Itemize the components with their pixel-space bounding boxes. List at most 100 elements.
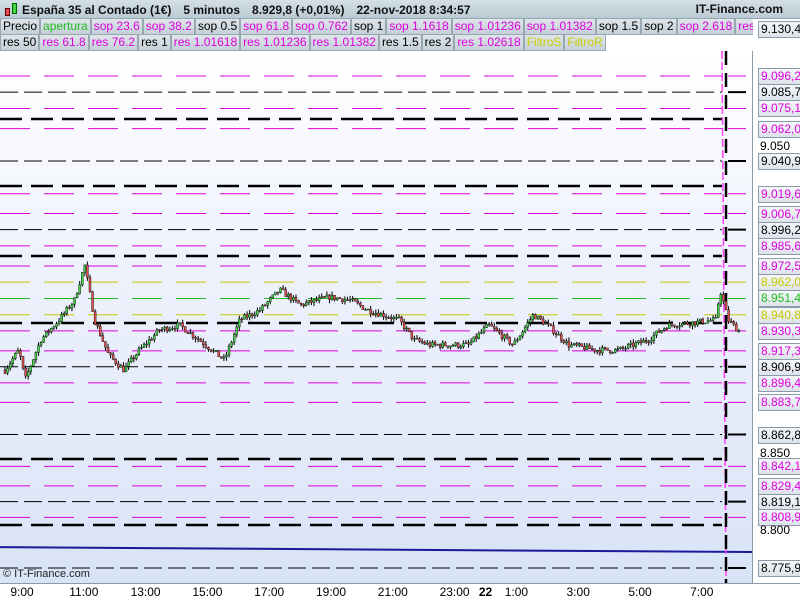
candle-up — [63, 312, 66, 315]
indicator-button-res-2[interactable]: res 2 — [421, 34, 455, 51]
candle-up — [243, 314, 246, 320]
indicator-button-sop-1-5[interactable]: sop 1.5 — [595, 18, 642, 35]
title-bar: España 35 al Contado (1€) 5 minutos 8.92… — [0, 0, 800, 19]
indicator-button-sop-2[interactable]: sop 2 — [641, 18, 677, 35]
candle-up — [253, 314, 256, 317]
indicator-button-sop-23-6[interactable]: sop 23.6 — [90, 18, 143, 35]
candle-up — [178, 322, 182, 324]
candle-up — [521, 331, 524, 337]
candle-down — [415, 337, 419, 340]
candle-down — [199, 339, 202, 342]
candle-up — [42, 336, 45, 343]
price-label: 8.775,9 — [758, 560, 800, 578]
candle-down — [575, 343, 578, 346]
candle-down — [436, 344, 439, 346]
time-label: 7:00 — [690, 585, 714, 599]
trend-line — [0, 546, 752, 554]
candle-down — [621, 346, 625, 349]
last-price: 8.929,8 (+0,01%) — [252, 2, 345, 17]
candle-down — [196, 338, 200, 340]
candle-down — [508, 337, 511, 345]
candle-up — [70, 304, 74, 309]
indicator-button-res-1-01618[interactable]: res 1.01618 — [170, 34, 241, 51]
price-chart[interactable] — [0, 51, 753, 583]
chart-canvas — [0, 51, 752, 583]
indicator-button-filtror[interactable]: FiltroR — [564, 34, 606, 51]
indicator-button-res-50[interactable]: res 50 — [0, 34, 40, 51]
indicator-button-sop-0-5[interactable]: sop 0.5 — [194, 18, 241, 35]
candle-down — [207, 347, 210, 350]
price-label: 8.972,5 — [758, 258, 800, 276]
candle-up — [737, 330, 741, 332]
candle-up — [441, 342, 444, 348]
candle-up — [696, 320, 699, 326]
candle-up — [374, 312, 378, 315]
candle-down — [580, 343, 584, 347]
price-label: 8.883,7 — [758, 394, 800, 412]
candle-up — [189, 332, 192, 334]
candle-up — [75, 293, 79, 298]
candle-down — [297, 300, 300, 304]
candle-up — [485, 324, 488, 328]
indicator-button-sop-1[interactable]: sop 1 — [350, 18, 387, 35]
indicator-button-res-1-01236[interactable]: res 1.01236 — [240, 34, 310, 51]
candle-down — [420, 341, 424, 343]
candle-down — [639, 340, 643, 343]
time-axis: 9:00 11:00 13:00 15:00 17:00 19:00 21:00 23:00 2… — [0, 583, 800, 600]
indicator-button-sop-61-8[interactable]: sop 61.8 — [240, 18, 293, 35]
price-label: 9.006,7 — [758, 205, 800, 223]
candle-up — [531, 314, 535, 320]
indicator-button-sop-2-618[interactable]: sop 2.618 — [676, 18, 736, 35]
candle-up — [34, 352, 38, 360]
indicator-button-sop-0-762[interactable]: sop 0.762 — [292, 18, 351, 35]
candle-down — [341, 298, 344, 302]
price-label-top: 9.130,4 — [758, 21, 800, 38]
price-label: 9.096,2 — [758, 68, 800, 86]
candle-down — [294, 297, 298, 301]
candle-up — [426, 342, 429, 345]
candle-down — [498, 330, 501, 334]
candle-up — [570, 344, 573, 348]
indicator-button-res-76-2[interactable]: res 76.2 — [88, 34, 139, 51]
candle-up — [565, 340, 568, 343]
price-label: 8.985,6 — [758, 237, 800, 255]
candle-up — [464, 342, 468, 344]
indicator-button-sop-1-1618[interactable]: sop 1.1618 — [386, 18, 452, 35]
candle-up — [392, 316, 396, 320]
candle-down — [240, 318, 244, 321]
indicator-button-precio[interactable]: Precio — [0, 18, 41, 35]
candle-down — [446, 345, 450, 348]
indicator-button-sop-38-2[interactable]: sop 38.2 — [142, 18, 195, 35]
candle-down — [173, 328, 177, 330]
indicator-button-res-1-01382[interactable]: res 1.01382 — [309, 34, 379, 51]
indicator-button-res-1[interactable]: res 1 — [138, 34, 171, 51]
candle-down — [552, 325, 555, 334]
indicator-button-sop-1-01236[interactable]: sop 1.01236 — [451, 18, 524, 35]
candle-down — [181, 322, 184, 327]
candle-down — [701, 318, 705, 324]
time-label: 17:00 — [254, 585, 285, 599]
candle-up — [405, 327, 408, 330]
candle-down — [245, 314, 249, 318]
candle-up — [518, 335, 522, 341]
candle-down — [114, 358, 117, 364]
indicator-button-res-1-02618[interactable]: res 1.02618 — [454, 34, 524, 51]
indicator-button-filtros[interactable]: FiltroS — [523, 34, 565, 51]
indicator-button-res-61-8[interactable]: res 61.8 — [39, 34, 89, 51]
candle-up — [516, 339, 519, 342]
candle-up — [227, 345, 231, 356]
candle-down — [93, 311, 97, 325]
candle-down — [354, 298, 357, 302]
candle-up — [626, 344, 630, 349]
indicator-button-apertura[interactable]: apertura — [40, 18, 91, 35]
timeframe: 5 minutos — [183, 2, 241, 17]
candle-down — [117, 363, 120, 368]
time-label: 19:00 — [315, 585, 347, 599]
candle-up — [320, 296, 323, 298]
candle-up — [704, 322, 707, 325]
candle-down — [166, 326, 169, 332]
candle-up — [81, 272, 84, 286]
indicator-button-sop-1-01382[interactable]: sop 1.01382 — [523, 18, 596, 35]
indicator-button-res-1-5[interactable]: res 1.5 — [378, 34, 422, 51]
candle-down — [328, 294, 331, 300]
